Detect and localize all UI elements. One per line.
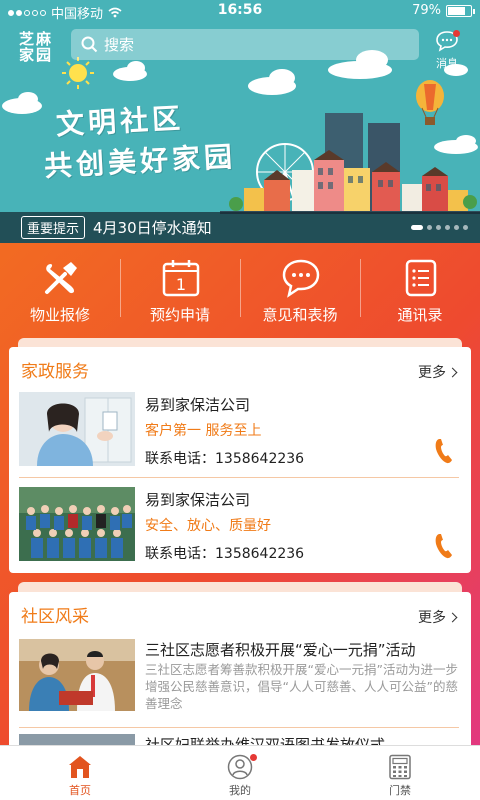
carousel-indicator (411, 225, 468, 230)
tab-label: 我的 (229, 784, 251, 797)
carousel-dot[interactable] (411, 225, 423, 230)
tab-home[interactable]: 首页 (0, 746, 160, 800)
section-title: 社区风采 (21, 607, 89, 627)
service-name: 易到家保洁公司 (145, 396, 251, 414)
service-slogan: 客户第一 服务至上 (145, 423, 262, 439)
quick-item-contacts[interactable]: 通讯录 (360, 243, 480, 335)
chevron-right-icon (447, 612, 458, 622)
section-title: 家政服务 (21, 362, 89, 382)
carousel-dot[interactable] (436, 225, 441, 230)
battery-icon (446, 4, 475, 17)
notice-bar[interactable]: 重要提示 4月30日停水通知 (0, 212, 480, 243)
message-button[interactable]: 消息 (430, 28, 464, 70)
news-photo (19, 639, 135, 711)
carousel-dot[interactable] (427, 225, 432, 230)
tab-profile[interactable]: 我的 (160, 746, 320, 800)
more-link[interactable]: 更多 (418, 607, 458, 627)
profile-badge (250, 754, 257, 761)
divider (19, 477, 459, 478)
banner-slogan-line1: 文明社区 (55, 101, 185, 142)
quick-item-repair[interactable]: 物业报修 (0, 243, 120, 335)
message-label: 消息 (436, 57, 458, 70)
chat-bubble-icon (282, 259, 320, 298)
carousel-dot[interactable] (454, 225, 459, 230)
svg-text:1: 1 (176, 275, 186, 294)
home-icon (69, 756, 91, 778)
quick-menu: 物业报修 1 预约申请 意见和表扬 通讯录 (0, 243, 480, 335)
tab-label: 首页 (69, 784, 91, 797)
tab-access-control[interactable]: 门禁 (320, 746, 480, 800)
service-item[interactable]: 易到家保洁公司 客户第一 服务至上 联系电话：1358642236 (19, 392, 459, 468)
service-slogan: 安全、放心、质量好 (145, 518, 271, 534)
news-item[interactable]: 三社区志愿者积极开展“爱心一元捐”活动 三社区志愿者筹善款积极开展“爱心一元捐”… (19, 639, 459, 715)
hero-banner[interactable]: 中国移动 16:56 79% 芝麻 家园 搜索 消息 文明社区 共创美好家园 重… (0, 0, 480, 243)
wrench-hammer-icon (45, 262, 77, 294)
service-phone: 联系电话：1358642236 (145, 546, 305, 562)
message-badge (453, 30, 460, 37)
carousel-dot[interactable] (445, 225, 450, 230)
notice-tag: 重要提示 (21, 216, 86, 239)
chevron-right-icon (447, 367, 458, 377)
divider (19, 727, 459, 728)
calendar-icon: 1 (162, 260, 200, 297)
housekeeping-card: 家政服务 更多 易到家保洁公司 客户第一 服务至上 联系电话：135864223… (9, 347, 471, 573)
search-input[interactable]: 搜索 (71, 29, 419, 60)
service-phone: 联系电话：1358642236 (145, 451, 305, 467)
status-bar: 中国移动 16:56 79% (0, 0, 480, 22)
service-name: 易到家保洁公司 (145, 491, 251, 509)
more-link[interactable]: 更多 (418, 362, 458, 382)
search-placeholder: 搜索 (104, 36, 135, 54)
quick-item-feedback[interactable]: 意见和表扬 (240, 243, 360, 335)
service-photo-cleaner (19, 392, 135, 466)
clock: 16:56 (217, 2, 263, 18)
phone-icon[interactable] (435, 533, 453, 559)
battery-percent: 79% (412, 3, 441, 18)
quick-item-label: 意见和表扬 (262, 306, 338, 324)
quick-item-label: 物业报修 (29, 306, 90, 324)
tab-label: 门禁 (389, 784, 411, 797)
tab-bar: 首页 我的 门禁 (0, 745, 480, 800)
notice-text: 4月30日停水通知 (93, 219, 212, 237)
contact-list-icon (405, 259, 437, 297)
quick-item-label: 预约申请 (149, 306, 210, 324)
app-logo: 芝麻 家园 (19, 30, 54, 64)
community-card: 社区风采 更多 三社区志愿者积极开展“爱心一元捐”活动 三社区志愿者筹善款积极开… (9, 592, 471, 752)
quick-item-label: 通讯录 (397, 306, 443, 324)
carousel-dot[interactable] (463, 225, 468, 230)
news-summary: 三社区志愿者筹善款积极开展“爱心一元捐”活动为进一步增强公民慈善意识，倡导“人人… (145, 662, 458, 711)
search-icon (81, 36, 98, 53)
quick-item-booking[interactable]: 1 预约申请 (120, 243, 240, 335)
phone-icon[interactable] (435, 438, 453, 464)
service-item[interactable]: 易到家保洁公司 安全、放心、质量好 联系电话：1358642236 (19, 487, 459, 563)
news-title: 三社区志愿者积极开展“爱心一元捐”活动 (145, 641, 416, 659)
keypad-icon (389, 754, 411, 780)
service-photo-team (19, 487, 135, 561)
